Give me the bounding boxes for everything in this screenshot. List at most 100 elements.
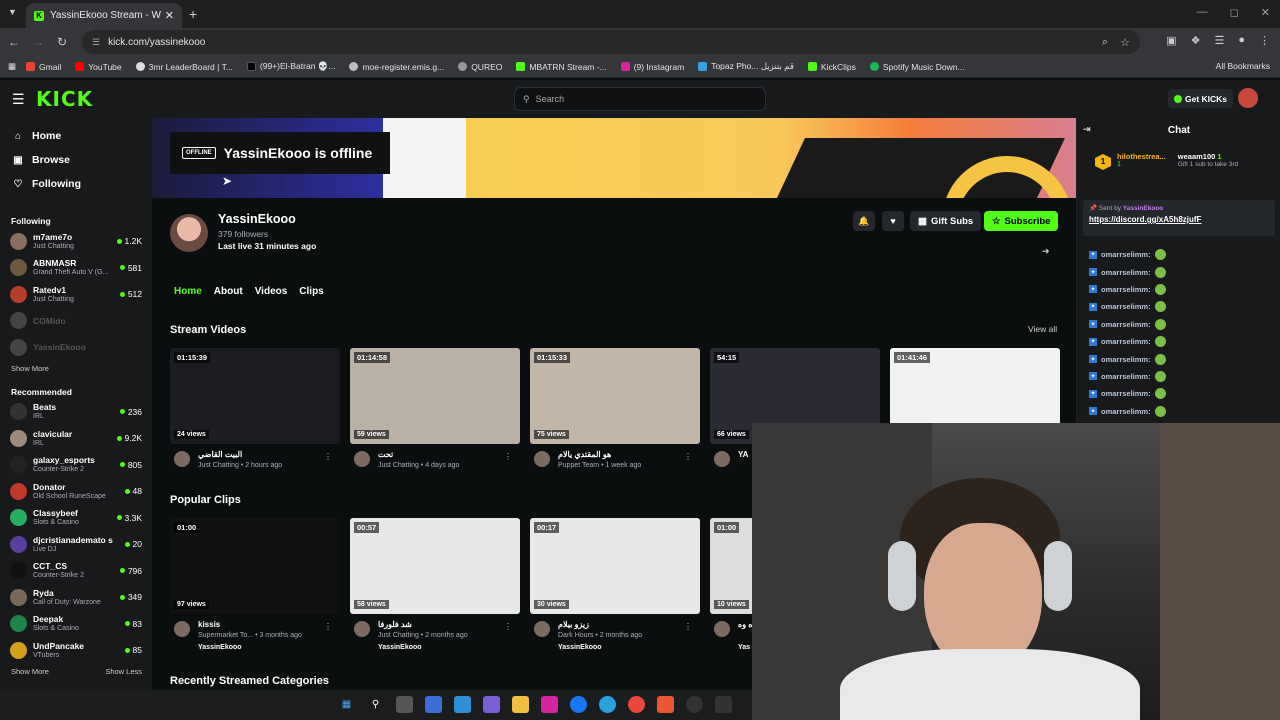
profile-icon[interactable]: ●	[1238, 34, 1245, 47]
video-card[interactable]: 01:15:39 24 views البيت القاضي Just Chattin…	[170, 348, 340, 480]
bookmark-tiktok[interactable]: (99+)El-Batran 💀...	[246, 61, 335, 72]
address-bar[interactable]: ☰ kick.com/yassinekooo ⌕ ☆	[82, 30, 1140, 54]
bookmark-mbatrn[interactable]: MBATRN Stream -...	[516, 62, 607, 72]
collapse-chat-icon[interactable]: ⇥	[1083, 124, 1091, 135]
windows-start-icon[interactable]: ▦	[338, 696, 355, 713]
show-less-button[interactable]: Show Less	[105, 667, 142, 676]
get-kicks-button[interactable]: Get KICKs	[1168, 89, 1234, 108]
sidebar-channel-item[interactable]: UndPancake VTubers 85	[0, 637, 152, 664]
video-card[interactable]: 01:15:33 75 views هو المقتدي يالام Puppet T…	[530, 348, 700, 480]
sidebar-following[interactable]: ♡ Following	[0, 172, 152, 196]
tab-about[interactable]: About	[214, 286, 243, 297]
sidebar-channel-item[interactable]: m7ame7o Just Chatting 1.2K	[0, 228, 152, 255]
sidebar-channel-item[interactable]: YassinEkooo	[0, 334, 152, 361]
more-options-icon[interactable]: ⋮	[324, 622, 332, 631]
chat-username[interactable]: omarrselimm:	[1101, 320, 1151, 329]
sidebar-channel-item[interactable]: CCT_CS Counter-Strike 2 796	[0, 558, 152, 585]
reload-icon[interactable]: ↻	[50, 35, 74, 49]
tab-search-icon[interactable]: ▼	[8, 7, 17, 17]
sidebar-channel-item[interactable]: djcristianademato s Live DJ 20	[0, 531, 152, 558]
chat-username[interactable]: omarrselimm:	[1101, 407, 1151, 416]
sidebar-browse[interactable]: ▣ Browse	[0, 148, 152, 172]
bookmark-instagram[interactable]: (9) Instagram	[620, 62, 684, 72]
app-icon[interactable]	[454, 696, 471, 713]
thumbnail[interactable]: 01:15:39 24 views	[170, 348, 340, 444]
tab-home[interactable]: Home	[174, 286, 202, 297]
gift-subs-button[interactable]: ▦ Gift Subs	[910, 211, 982, 231]
bookmark-leaderboard[interactable]: 3mr LeaderBoard | T...	[135, 62, 233, 72]
maximize-icon[interactable]: ◻	[1230, 6, 1239, 19]
messenger-icon[interactable]	[570, 696, 587, 713]
thumbnail[interactable]: 01:00 97 views	[170, 518, 340, 614]
bookmark-spotify[interactable]: Spotify Music Down...	[869, 62, 965, 72]
sidebar-channel-item[interactable]: Ryda Call of Duty: Warzone 349	[0, 584, 152, 611]
kick-logo[interactable]: KICK	[36, 87, 93, 111]
sidebar-home[interactable]: ⌂ Home	[0, 124, 152, 148]
chat-username[interactable]: omarrselimm:	[1101, 302, 1151, 311]
more-options-icon[interactable]: ⋮	[684, 452, 692, 461]
notification-bell-button[interactable]: 🔔	[853, 211, 875, 231]
video-card[interactable]: 01:14:58 59 views تحت Just Chatting • 4 day…	[350, 348, 520, 480]
sidebar-channel-item[interactable]: COMido	[0, 308, 152, 335]
more-options-icon[interactable]: ⋮	[504, 452, 512, 461]
sidebar-channel-item[interactable]: Deepak Slots & Casino 83	[0, 611, 152, 638]
close-window-icon[interactable]: ✕	[1261, 6, 1270, 19]
thumbnail[interactable]: 00:57 58 views	[350, 518, 520, 614]
bookmark-youtube[interactable]: YouTube	[75, 62, 122, 72]
chat-username[interactable]: omarrselimm:	[1101, 250, 1151, 259]
chat-username[interactable]: omarrselimm:	[1101, 372, 1151, 381]
store-icon[interactable]	[425, 696, 442, 713]
forward-icon[interactable]: →	[26, 35, 50, 49]
tiktok-icon[interactable]	[657, 696, 674, 713]
show-more-following[interactable]: Show More	[0, 364, 152, 373]
sidebar-channel-item[interactable]: Classybeef Slots & Casino 3.3K	[0, 505, 152, 532]
share-icon[interactable]: ➜	[1042, 246, 1050, 257]
apps-icon[interactable]: ▦	[8, 61, 16, 72]
bookmark-kickclips[interactable]: KickClips	[807, 62, 856, 72]
bookmark-gmail[interactable]: Gmail	[26, 62, 61, 72]
subscribe-button[interactable]: ☆ Subscribe	[984, 211, 1059, 231]
sidebar-channel-item[interactable]: clavicular IRL 9.2K	[0, 425, 152, 452]
clip-card[interactable]: 01:00 97 views kissis Supermarket To... • 3…	[170, 518, 340, 651]
bookmark-topaz[interactable]: Topaz Pho... قم بتنزيل	[698, 61, 794, 72]
obs-icon[interactable]	[715, 696, 732, 713]
bookmark-moe[interactable]: moe-register.emis.g...	[349, 62, 444, 72]
bookmark-star-icon[interactable]: ☆	[1120, 36, 1130, 49]
site-info-icon[interactable]: ☰	[92, 37, 100, 48]
copilot-icon[interactable]	[483, 696, 500, 713]
all-bookmarks[interactable]: All Bookmarks	[1216, 61, 1270, 71]
tab-videos[interactable]: Videos	[255, 286, 288, 297]
media-icon[interactable]: ☰	[1214, 34, 1224, 47]
sidebar-channel-item[interactable]: galaxy_esports Counter-Strike 2 805	[0, 452, 152, 479]
thumbnail[interactable]: 01:14:58 59 views	[350, 348, 520, 444]
zoom-icon[interactable]: ⌕	[1102, 36, 1108, 49]
instagram-icon[interactable]	[541, 696, 558, 713]
sidebar-channel-item[interactable]: Donator Old School RuneScape 48	[0, 478, 152, 505]
sidebar-channel-item[interactable]: Ratedv1 Just Chatting 512	[0, 281, 152, 308]
chat-username[interactable]: omarrselimm:	[1101, 355, 1151, 364]
clip-card[interactable]: 00:57 58 views شد فلورفا Just Chatting • 2 …	[350, 518, 520, 651]
tab-clips[interactable]: Clips	[299, 286, 323, 297]
top-gifter-name[interactable]: hilothestrea...	[1117, 152, 1166, 161]
sidebar-channel-item[interactable]: ABNMASR Grand Theft Auto V (G... 581	[0, 255, 152, 282]
close-tab-icon[interactable]: ✕	[165, 9, 174, 22]
file-explorer-icon[interactable]	[512, 696, 529, 713]
more-options-icon[interactable]: ⋮	[684, 622, 692, 631]
steam-icon[interactable]	[686, 696, 703, 713]
user-avatar[interactable]	[1238, 88, 1258, 108]
gifter-name[interactable]: weaam100	[1178, 152, 1216, 161]
puzzle-icon[interactable]: ❖	[1191, 34, 1201, 47]
chrome-icon[interactable]	[628, 696, 645, 713]
view-all-link[interactable]: View all	[1028, 324, 1057, 334]
discord-link[interactable]: https://discord.gg/xA5h8zjufF	[1089, 215, 1269, 224]
more-options-icon[interactable]: ⋮	[324, 452, 332, 461]
minimize-icon[interactable]: —	[1197, 6, 1208, 19]
more-options-icon[interactable]: ⋮	[504, 622, 512, 631]
browser-tab[interactable]: K YassinEkooo Stream - Watch Li ✕	[26, 3, 182, 28]
show-more-button[interactable]: Show More	[11, 667, 49, 676]
chat-username[interactable]: omarrselimm:	[1101, 389, 1151, 398]
channel-avatar[interactable]	[170, 214, 208, 252]
extension-icon[interactable]: ▣	[1166, 34, 1176, 47]
menu-icon[interactable]: ⋮	[1259, 34, 1270, 47]
chat-username[interactable]: omarrselimm:	[1101, 337, 1151, 346]
